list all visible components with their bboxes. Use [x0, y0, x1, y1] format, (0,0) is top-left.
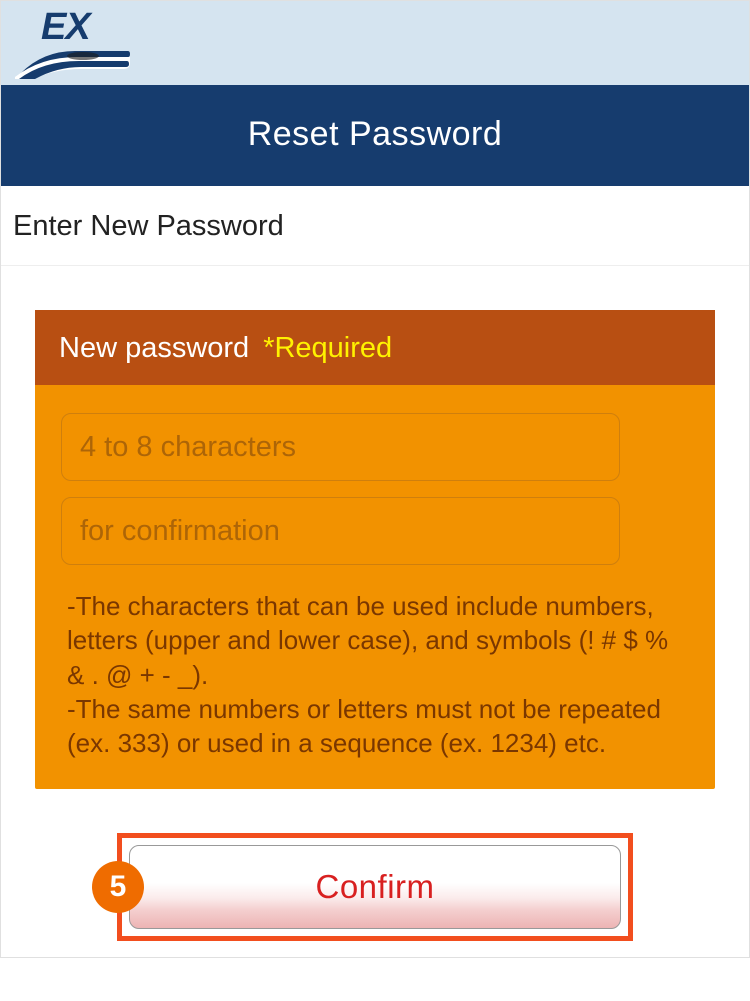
ex-train-logo: EX	[13, 5, 133, 81]
new-password-input[interactable]	[61, 413, 620, 481]
confirm-password-input[interactable]	[61, 497, 620, 565]
confirm-button[interactable]: Confirm	[129, 845, 621, 929]
form-body: -The characters that can be used include…	[35, 385, 715, 789]
password-rules-text: -The characters that can be used include…	[61, 581, 689, 761]
required-label: *Required	[263, 332, 392, 365]
logo-bar: EX	[1, 1, 749, 85]
step-highlight-box: 5 Confirm	[117, 833, 633, 941]
app-container: EX Reset Password Enter New Password New…	[0, 0, 750, 958]
password-form-card: New password *Required -The characters t…	[35, 310, 715, 789]
step-number-badge: 5	[92, 861, 144, 913]
form-section-header: New password *Required	[35, 310, 715, 385]
svg-text:EX: EX	[41, 6, 93, 48]
confirm-area: 5 Confirm	[35, 833, 715, 941]
content-area: New password *Required -The characters t…	[1, 266, 749, 941]
page-title: Reset Password	[1, 85, 749, 186]
instruction-text: Enter New Password	[1, 186, 749, 266]
section-label: New password	[59, 332, 249, 365]
